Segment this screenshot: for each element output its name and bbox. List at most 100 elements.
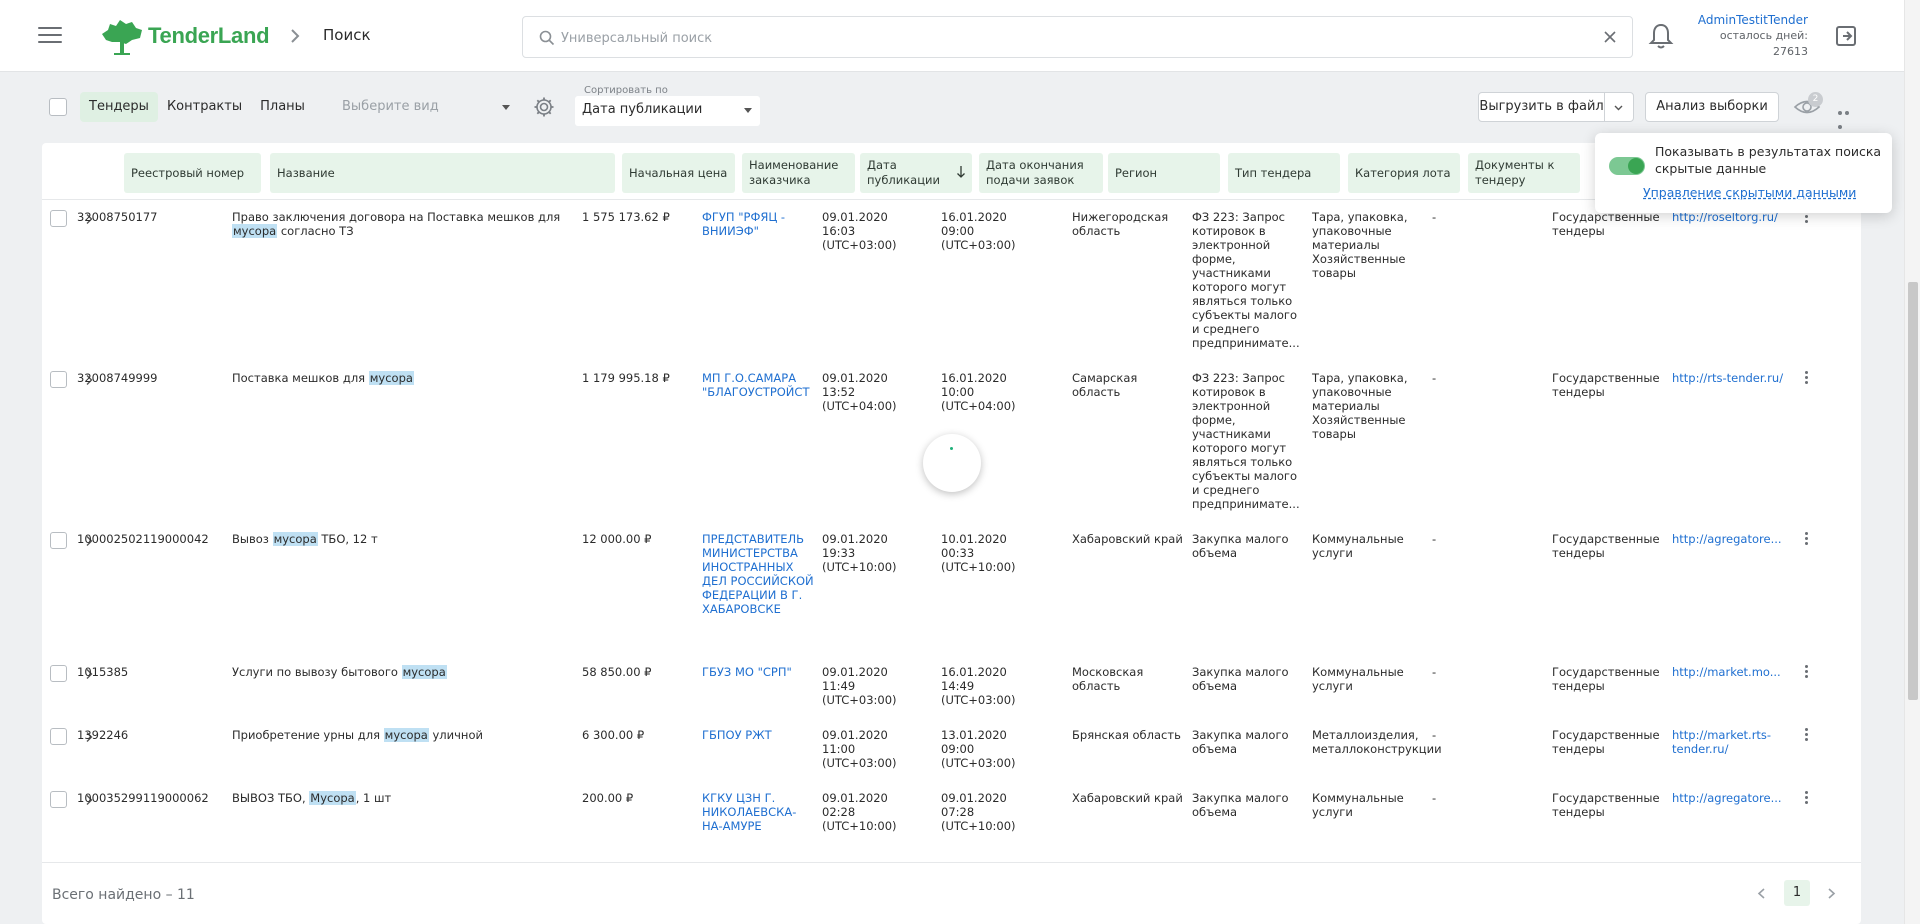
cell-kind: Государственные тендеры <box>1552 665 1660 693</box>
cell-kind: Государственные тендеры <box>1552 210 1660 238</box>
row-menu-icon[interactable] <box>1803 791 1809 807</box>
sort-value: Дата публикации <box>582 102 703 117</box>
row-checkbox[interactable] <box>50 371 67 388</box>
show-hidden-toggle[interactable] <box>1609 157 1645 175</box>
column-header-customer[interactable]: Наименование заказчика <box>742 153 855 193</box>
column-header-pub-date-label: Дата публикации <box>867 158 941 187</box>
user-name-link[interactable]: AdminTestitTender <box>1698 12 1808 28</box>
name-text: , 1 шт <box>355 791 392 805</box>
analysis-button[interactable]: Анализ выборки <box>1645 92 1779 122</box>
cell-category: Тара, упаковка, упаковочные материалы Хо… <box>1312 371 1408 441</box>
cell-region: Нижегородская область <box>1072 210 1169 238</box>
cell-site-link[interactable]: http://agregatore... <box>1672 791 1784 805</box>
cell-type: Закупка малого объема <box>1192 532 1289 560</box>
scrollbar-thumb[interactable] <box>1908 282 1918 700</box>
cell-name[interactable]: Приобретение урны для мусора уличной <box>232 728 577 742</box>
cell-site-link[interactable]: http://market.mo... <box>1672 665 1784 679</box>
cell-category: Тара, упаковка, упаковочные материалы Хо… <box>1312 210 1408 280</box>
tab-contracts[interactable]: Контракты <box>158 92 251 122</box>
cell-type: ФЗ 223: Запрос котировок в электронной ф… <box>1192 371 1300 511</box>
column-header-price[interactable]: Начальная цена <box>622 153 735 193</box>
column-header-docs[interactable]: Документы к тендеру <box>1468 153 1580 193</box>
more-options-icon[interactable] <box>1838 104 1858 129</box>
row-checkbox[interactable] <box>50 728 67 745</box>
column-header-pub-date[interactable]: Дата публикации <box>860 153 972 193</box>
cell-name[interactable]: Вывоз мусора ТБО, 12 т <box>232 532 577 546</box>
chevron-right-icon <box>291 29 300 43</box>
row-menu-icon[interactable] <box>1803 532 1809 548</box>
gear-icon[interactable] <box>533 96 555 118</box>
row-menu-icon[interactable] <box>1803 665 1809 681</box>
page-scrollbar[interactable] <box>1904 0 1920 924</box>
cell-name[interactable]: ВЫВОЗ ТБО, Мусора, 1 шт <box>232 791 577 805</box>
row-checkbox[interactable] <box>50 210 67 227</box>
cell-site-link[interactable]: http://agregatore... <box>1672 532 1784 546</box>
menu-icon[interactable] <box>38 27 62 45</box>
cell-end-date: 10.01.2020 00:33 (UTC+10:00) <box>941 532 1016 574</box>
name-text: Услуги по вывозу бытового <box>232 665 402 679</box>
name-text: Вывоз <box>232 532 273 546</box>
row-checkbox[interactable] <box>50 665 67 682</box>
cell-type: Закупка малого объема <box>1192 728 1289 756</box>
next-page-button[interactable] <box>1822 880 1842 906</box>
close-icon[interactable] <box>1602 29 1618 45</box>
cell-customer[interactable]: МП Г.О.САМАРА "БЛАГОУСТРОЙСТ <box>702 371 814 399</box>
days-left-label: осталось дней: <box>1719 29 1808 42</box>
bell-icon[interactable] <box>1648 22 1674 50</box>
row-menu-icon[interactable] <box>1803 728 1809 744</box>
cell-category: Коммунальные услуги <box>1312 791 1404 819</box>
cell-docs: - <box>1432 728 1437 742</box>
cell-site-link[interactable]: http://rts-tender.ru/ <box>1672 371 1784 385</box>
cell-end-date: 16.01.2020 09:00 (UTC+03:00) <box>941 210 1016 252</box>
column-header-type[interactable]: Тип тендера <box>1228 153 1340 193</box>
manage-hidden-link[interactable]: Управление скрытыми данными <box>1643 185 1856 200</box>
search-input[interactable] <box>561 27 1561 49</box>
cell-docs: - <box>1432 371 1437 385</box>
cell-customer[interactable]: ФГУП "РФЯЦ - ВНИИЭФ" <box>702 210 814 238</box>
chevron-down-icon <box>1614 105 1623 111</box>
tab-plans[interactable]: Планы <box>251 92 314 122</box>
row-menu-icon[interactable] <box>1803 371 1809 387</box>
user-info: AdminTestitTender осталось дней: 27613 <box>1698 12 1808 60</box>
prev-page-button[interactable] <box>1752 880 1772 906</box>
cell-customer[interactable]: ПРЕДСТАВИТЕЛЬ МИНИСТЕРСТВА ИНОСТРАННЫХ Д… <box>702 532 814 616</box>
search-icon <box>539 30 555 46</box>
cell-name[interactable]: Услуги по вывозу бытового мусора <box>232 665 577 679</box>
select-all-checkbox[interactable] <box>49 98 67 116</box>
column-header-category[interactable]: Категория лота <box>1348 153 1460 193</box>
view-select-placeholder: Выберите вид <box>342 99 439 114</box>
search-highlight: мусора <box>383 728 429 742</box>
name-text: ТБО, 12 т <box>317 532 378 546</box>
column-header-end-date[interactable]: Дата окончания подачи заявок <box>979 153 1103 193</box>
row-checkbox[interactable] <box>50 532 67 549</box>
universal-search <box>522 16 1633 58</box>
column-header-number[interactable]: Реестровый номер <box>124 153 261 193</box>
export-dropdown-button[interactable] <box>1605 93 1633 121</box>
column-header-region[interactable]: Регион <box>1108 153 1220 193</box>
top-header: TenderLand Поиск AdminTestitTender остал… <box>0 0 1904 72</box>
sort-select[interactable]: Дата публикации <box>575 96 760 126</box>
page-number[interactable]: 1 <box>1784 880 1810 906</box>
cell-type: ФЗ 223: Запрос котировок в электронной ф… <box>1192 210 1300 350</box>
view-select[interactable]: Выберите вид <box>342 92 516 122</box>
search-highlight: мусора <box>401 665 447 679</box>
logo[interactable]: TenderLand <box>98 16 270 56</box>
cell-pub-date: 09.01.2020 11:00 (UTC+03:00) <box>822 728 897 770</box>
cell-number: 32008750177 <box>77 210 158 224</box>
cell-site-link[interactable]: http://market.rts-tender.ru/ <box>1672 728 1784 756</box>
chevron-left-icon <box>1757 888 1765 899</box>
column-header-name[interactable]: Название <box>270 153 615 193</box>
tab-tenders[interactable]: Тендеры <box>80 92 158 122</box>
cell-name[interactable]: Поставка мешков для мусора <box>232 371 577 385</box>
cell-customer[interactable]: ГБПОУ РЖТ <box>702 728 814 742</box>
cell-name[interactable]: Право заключения договора на Поставка ме… <box>232 210 577 238</box>
row-checkbox[interactable] <box>50 791 67 808</box>
cell-customer[interactable]: КГКУ ЦЗН Г. НИКОЛАЕВСКА-НА-АМУРЕ <box>702 791 814 833</box>
name-text: Поставка мешков для <box>232 371 369 385</box>
cell-customer[interactable]: ГБУЗ МО "СРП" <box>702 665 814 679</box>
logout-icon[interactable] <box>1834 24 1858 48</box>
sort-label: Сортировать по <box>584 85 668 96</box>
export-button[interactable]: Выгрузить в файл <box>1479 93 1606 121</box>
popover-text: Показывать в результатах поиска скрытые … <box>1655 144 1882 176</box>
cell-end-date: 09.01.2020 07:28 (UTC+10:00) <box>941 791 1016 833</box>
